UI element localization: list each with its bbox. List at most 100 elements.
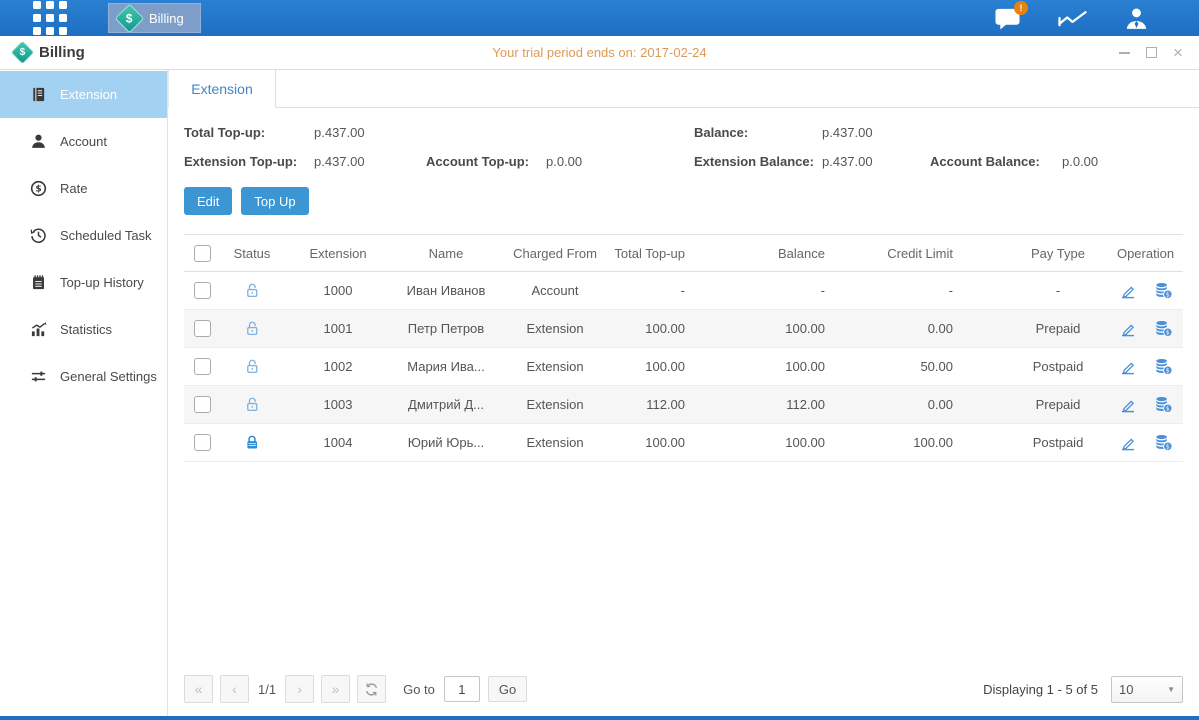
cell-extension: 1001 (284, 310, 392, 348)
sidebar-item-top-up-history[interactable]: Top-up History (0, 259, 167, 306)
column-header-balance: Balance (740, 235, 880, 272)
table-row: 1001Петр ПетровExtension100.00100.000.00… (184, 310, 1183, 348)
cell-name: Иван Иванов (392, 272, 500, 310)
billing-dollar-icon: $ (10, 40, 34, 64)
first-page-button[interactable]: « (184, 675, 213, 703)
next-page-button[interactable]: › (285, 675, 314, 703)
sidebar-item-label: Account (60, 134, 107, 149)
billing-dollar-icon: $ (115, 3, 145, 33)
top-up-extension-icon[interactable]: $ (1154, 396, 1173, 413)
top-up-extension-icon[interactable]: $ (1154, 358, 1173, 375)
window-title-group: $ Billing (14, 44, 85, 61)
cell-credit-limit: - (880, 272, 1008, 310)
edit-extension-icon[interactable] (1119, 358, 1137, 376)
cell-credit-limit: 0.00 (880, 386, 1008, 424)
person-icon (30, 133, 47, 150)
last-page-button[interactable]: » (321, 675, 350, 703)
unlocked-icon (244, 282, 261, 299)
billing-app-tab[interactable]: $ Billing (108, 3, 201, 33)
sidebar-item-statistics[interactable]: Statistics (0, 306, 167, 353)
chevron-down-icon: ▼ (1167, 685, 1175, 694)
cell-pay-type: Prepaid (1008, 310, 1108, 348)
cell-charged-from: Extension (500, 348, 610, 386)
clock-history-icon (30, 227, 47, 244)
unlocked-icon (244, 320, 261, 337)
cell-name: Дмитрий Д... (392, 386, 500, 424)
sidebar-item-extension[interactable]: Extension (0, 71, 167, 118)
close-icon[interactable]: × (1171, 46, 1185, 60)
top-up-button[interactable]: Top Up (241, 187, 308, 215)
refresh-button[interactable] (357, 675, 386, 703)
top-up-extension-icon[interactable]: $ (1154, 320, 1173, 337)
edit-extension-icon[interactable] (1119, 434, 1137, 452)
row-checkbox[interactable] (194, 282, 211, 299)
edit-extension-icon[interactable] (1119, 282, 1137, 300)
edit-button[interactable]: Edit (184, 187, 232, 215)
row-checkbox[interactable] (194, 320, 211, 337)
ledger-icon (30, 86, 47, 103)
go-button[interactable]: Go (488, 676, 527, 702)
window-titlebar: $ Billing Your trial period ends on: 201… (0, 36, 1199, 70)
goto-label: Go to (403, 682, 435, 697)
row-checkbox[interactable] (194, 358, 211, 375)
summary-label-account-balance: Account Balance: (930, 154, 1062, 169)
cell-name: Юрий Юрь... (392, 424, 500, 462)
sidebar-item-rate[interactable]: $Rate (0, 165, 167, 212)
column-header-operation: Operation (1108, 235, 1183, 272)
row-checkbox[interactable] (194, 396, 211, 413)
cell-extension: 1002 (284, 348, 392, 386)
sidebar-item-account[interactable]: Account (0, 118, 167, 165)
window-controls: × (1117, 46, 1185, 60)
edit-extension-icon[interactable] (1119, 320, 1137, 338)
cell-charged-from: Account (500, 272, 610, 310)
top-up-extension-icon[interactable]: $ (1154, 282, 1173, 299)
summary-label-extension-balance: Extension Balance: (694, 154, 822, 169)
notification-badge: ! (1014, 1, 1028, 15)
extensions-table: StatusExtensionNameCharged FromTotal Top… (184, 234, 1183, 462)
svg-text:$: $ (1165, 330, 1169, 337)
row-checkbox[interactable] (194, 434, 211, 451)
cell-total-topup: 100.00 (610, 348, 740, 386)
cell-charged-from: Extension (500, 310, 610, 348)
user-profile-icon[interactable] (1124, 7, 1149, 30)
cell-credit-limit: 50.00 (880, 348, 1008, 386)
goto-page-input[interactable] (444, 676, 480, 702)
cell-charged-from: Extension (500, 386, 610, 424)
edit-extension-icon[interactable] (1119, 396, 1137, 414)
column-header-total-top-up: Total Top-up (610, 235, 740, 272)
notebook-icon (30, 274, 47, 291)
sliders-icon (30, 368, 47, 385)
top-up-extension-icon[interactable]: $ (1154, 434, 1173, 451)
cell-total-topup: - (610, 272, 740, 310)
prev-page-button[interactable]: ‹ (220, 675, 249, 703)
cell-pay-type: Postpaid (1008, 424, 1108, 462)
table-row: 1003Дмитрий Д...Extension112.00112.000.0… (184, 386, 1183, 424)
summary-value-total-top-up: p.437.00 (314, 125, 426, 140)
summary-value-account-top-up: p.0.00 (546, 154, 694, 169)
toolbar: Edit Top Up (184, 187, 1183, 215)
sidebar-item-label: Statistics (60, 322, 112, 337)
column-header-charged-from: Charged From (500, 235, 610, 272)
cell-total-topup: 100.00 (610, 310, 740, 348)
messages-icon[interactable]: ! (994, 6, 1021, 31)
tab-extension[interactable]: Extension (168, 70, 276, 108)
summary-value-balance: p.437.00 (822, 125, 930, 140)
maximize-icon[interactable] (1144, 46, 1158, 60)
svg-text:$: $ (1165, 406, 1169, 413)
locked-icon (244, 434, 261, 451)
app-launcher-icon[interactable] (33, 1, 67, 35)
summary-label-balance: Balance: (694, 125, 822, 140)
cell-name: Мария Ива... (392, 348, 500, 386)
select-all-checkbox[interactable] (194, 245, 211, 262)
page-size-select[interactable]: 10 ▼ (1111, 676, 1183, 703)
summary-value-extension-balance: p.437.00 (822, 154, 930, 169)
cell-total-topup: 112.00 (610, 386, 740, 424)
cell-pay-type: Prepaid (1008, 386, 1108, 424)
cell-balance: 100.00 (740, 424, 880, 462)
sidebar-item-scheduled-task[interactable]: Scheduled Task (0, 212, 167, 259)
sidebar-item-general-settings[interactable]: General Settings (0, 353, 167, 400)
statistics-chart-icon[interactable] (1057, 6, 1088, 31)
system-topbar: $ Billing ! (0, 0, 1199, 36)
minimize-icon[interactable] (1117, 46, 1131, 60)
cell-extension: 1000 (284, 272, 392, 310)
